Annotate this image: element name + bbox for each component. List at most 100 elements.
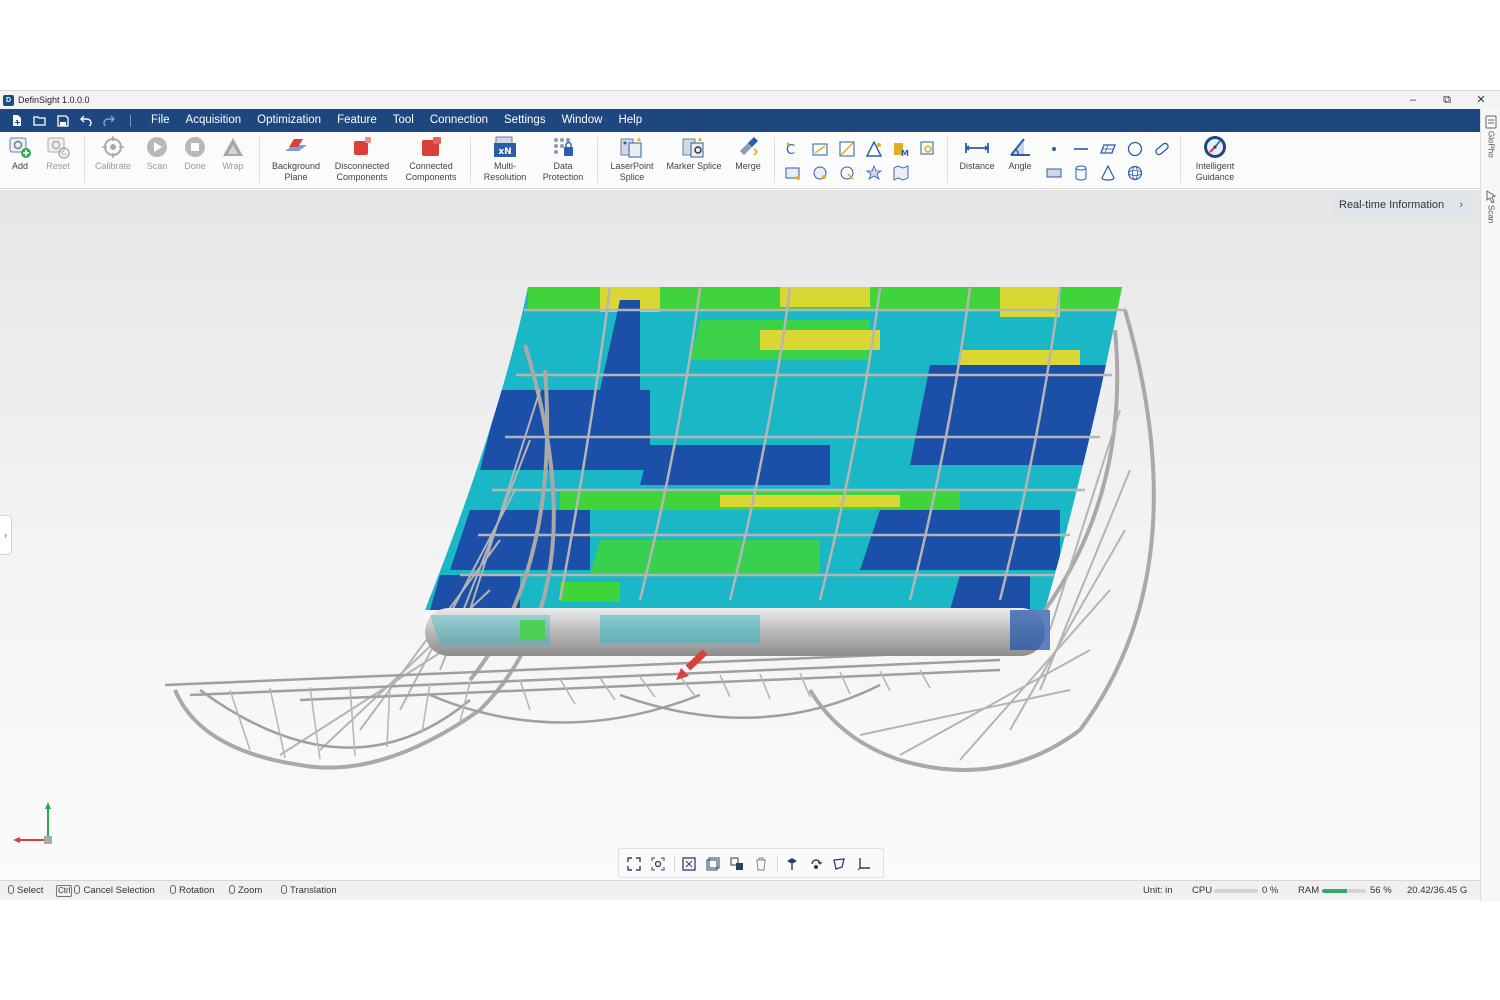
side-tab-scan-label: Scan (1486, 205, 1496, 224)
add-scan-icon (7, 135, 33, 159)
plane-fit-icon[interactable] (811, 140, 829, 158)
marker-splice-button[interactable]: Marker Splice (664, 135, 724, 172)
fit-view-icon[interactable] (625, 855, 643, 873)
sphere-icon[interactable] (1126, 164, 1144, 182)
slot-icon[interactable] (1153, 140, 1171, 158)
map-feature-icon[interactable] (892, 164, 910, 182)
sphere-feature-icon[interactable] (838, 164, 856, 182)
cpu-meter (1214, 889, 1258, 893)
angle-button[interactable]: Angle (1003, 135, 1037, 172)
reset-button[interactable]: Reset (43, 135, 73, 172)
3d-viewport[interactable]: Real-time Information › › (0, 190, 1480, 880)
rectangle-feature-icon[interactable] (784, 164, 802, 182)
done-button[interactable]: Done (180, 135, 210, 172)
memory-usage: 20.42/36.45 G (1407, 885, 1468, 896)
ram-label: RAM (1298, 885, 1320, 896)
coordinate-axes-icon[interactable] (855, 855, 873, 873)
side-tab-scan[interactable]: Scan (1482, 189, 1500, 223)
laserpoint-splice-button[interactable]: LaserPoint Splice (604, 135, 660, 183)
deselect-icon[interactable] (680, 855, 698, 873)
star-feature-icon[interactable] (865, 164, 883, 182)
rectangle-icon[interactable] (1045, 164, 1063, 182)
search-feature-icon[interactable] (919, 140, 937, 158)
invert-selection-icon[interactable] (728, 855, 746, 873)
document-icon (1485, 115, 1497, 129)
side-tab-glopho[interactable]: GloPho (1482, 115, 1500, 158)
c-shape-feature-icon[interactable]: C (784, 140, 802, 158)
menu-optimization[interactable]: Optimization (249, 109, 329, 132)
save-icon[interactable] (51, 109, 74, 132)
circle-feature-icon[interactable] (811, 164, 829, 182)
ram-value: 56 % (1370, 885, 1392, 896)
data-protection-button[interactable]: Data Protection (537, 135, 589, 183)
triangle-feature-icon[interactable] (865, 140, 883, 158)
merge-button[interactable]: Merge (730, 135, 766, 172)
rotate-view-icon[interactable] (807, 855, 825, 873)
cone-icon[interactable] (1099, 164, 1117, 182)
section-icon[interactable] (838, 140, 856, 158)
select-all-icon[interactable] (704, 855, 722, 873)
status-cancel-selection: Ctrl Cancel Selection (56, 885, 155, 897)
merge-icon (735, 135, 761, 159)
ram-meter-fill (1322, 889, 1347, 893)
delete-icon[interactable] (752, 855, 770, 873)
ribbon-separator (470, 137, 471, 183)
distance-button[interactable]: Distance (955, 135, 999, 172)
merge-label: Merge (735, 161, 761, 171)
open-folder-icon[interactable] (28, 109, 51, 132)
scan-icon (144, 135, 170, 159)
deviation-color-map (425, 287, 1122, 610)
connected-components-icon (418, 135, 444, 159)
close-button[interactable]: ✕ (1464, 91, 1498, 109)
orient-icon[interactable] (783, 855, 801, 873)
restore-button[interactable]: ⧉ (1430, 91, 1464, 109)
wrap-button[interactable]: Wrap (218, 135, 248, 172)
ribbon-separator (774, 137, 775, 183)
calibrate-label: Calibrate (94, 161, 132, 171)
new-project-icon[interactable] (5, 109, 28, 132)
status-rotation: Rotation (170, 885, 214, 896)
calibrate-button[interactable]: Calibrate (92, 135, 134, 172)
svg-text:xN: xN (498, 147, 511, 157)
background-plane-button[interactable]: Background Plane (266, 135, 326, 183)
reset-icon (45, 135, 71, 159)
menu-separator (130, 114, 131, 127)
lasso-select-icon[interactable] (831, 855, 849, 873)
zoom-selection-icon[interactable] (649, 855, 667, 873)
status-translation: Translation (281, 885, 337, 896)
menu-connection[interactable]: Connection (422, 109, 496, 132)
multi-resolution-button[interactable]: xN Multi-Resolution (478, 135, 532, 183)
marker-m-icon[interactable]: M (892, 140, 910, 158)
connected-components-button[interactable]: Connected Components (400, 135, 462, 183)
menu-tool[interactable]: Tool (385, 109, 422, 132)
scan-button[interactable]: Scan (142, 135, 172, 172)
plane-icon[interactable] (1099, 140, 1117, 158)
ribbon-separator (84, 137, 85, 183)
minimize-button[interactable]: – (1396, 91, 1430, 109)
ribbon-separator (597, 137, 598, 183)
undo-icon[interactable] (74, 109, 97, 132)
menu-file[interactable]: File (143, 109, 178, 132)
background-plane-icon (283, 135, 309, 159)
disconnected-components-button[interactable]: Disconnected Components (330, 135, 394, 183)
data-protection-label: Data Protection (542, 161, 584, 182)
menu-window[interactable]: Window (554, 109, 611, 132)
intelligent-guidance-label: Intelligent Guidance (1195, 161, 1235, 182)
intelligent-guidance-button[interactable]: Intelligent Guidance (1188, 135, 1242, 183)
point-icon[interactable] (1045, 140, 1063, 158)
mouse-left-icon (74, 885, 81, 894)
reset-label: Reset (46, 161, 70, 171)
menu-settings[interactable]: Settings (496, 109, 554, 132)
circle-icon[interactable] (1126, 140, 1144, 158)
menu-acquisition[interactable]: Acquisition (178, 109, 250, 132)
menu-feature[interactable]: Feature (329, 109, 385, 132)
cylinder-icon[interactable] (1072, 164, 1090, 182)
connected-components-label: Connected Components (405, 161, 457, 182)
menu-help[interactable]: Help (610, 109, 650, 132)
add-button[interactable]: Add (5, 135, 35, 172)
origin-marker (676, 649, 708, 680)
ribbon-separator (947, 137, 948, 183)
mouse-right-icon (170, 885, 176, 894)
line-icon[interactable] (1072, 140, 1090, 158)
redo-icon[interactable] (97, 109, 120, 132)
